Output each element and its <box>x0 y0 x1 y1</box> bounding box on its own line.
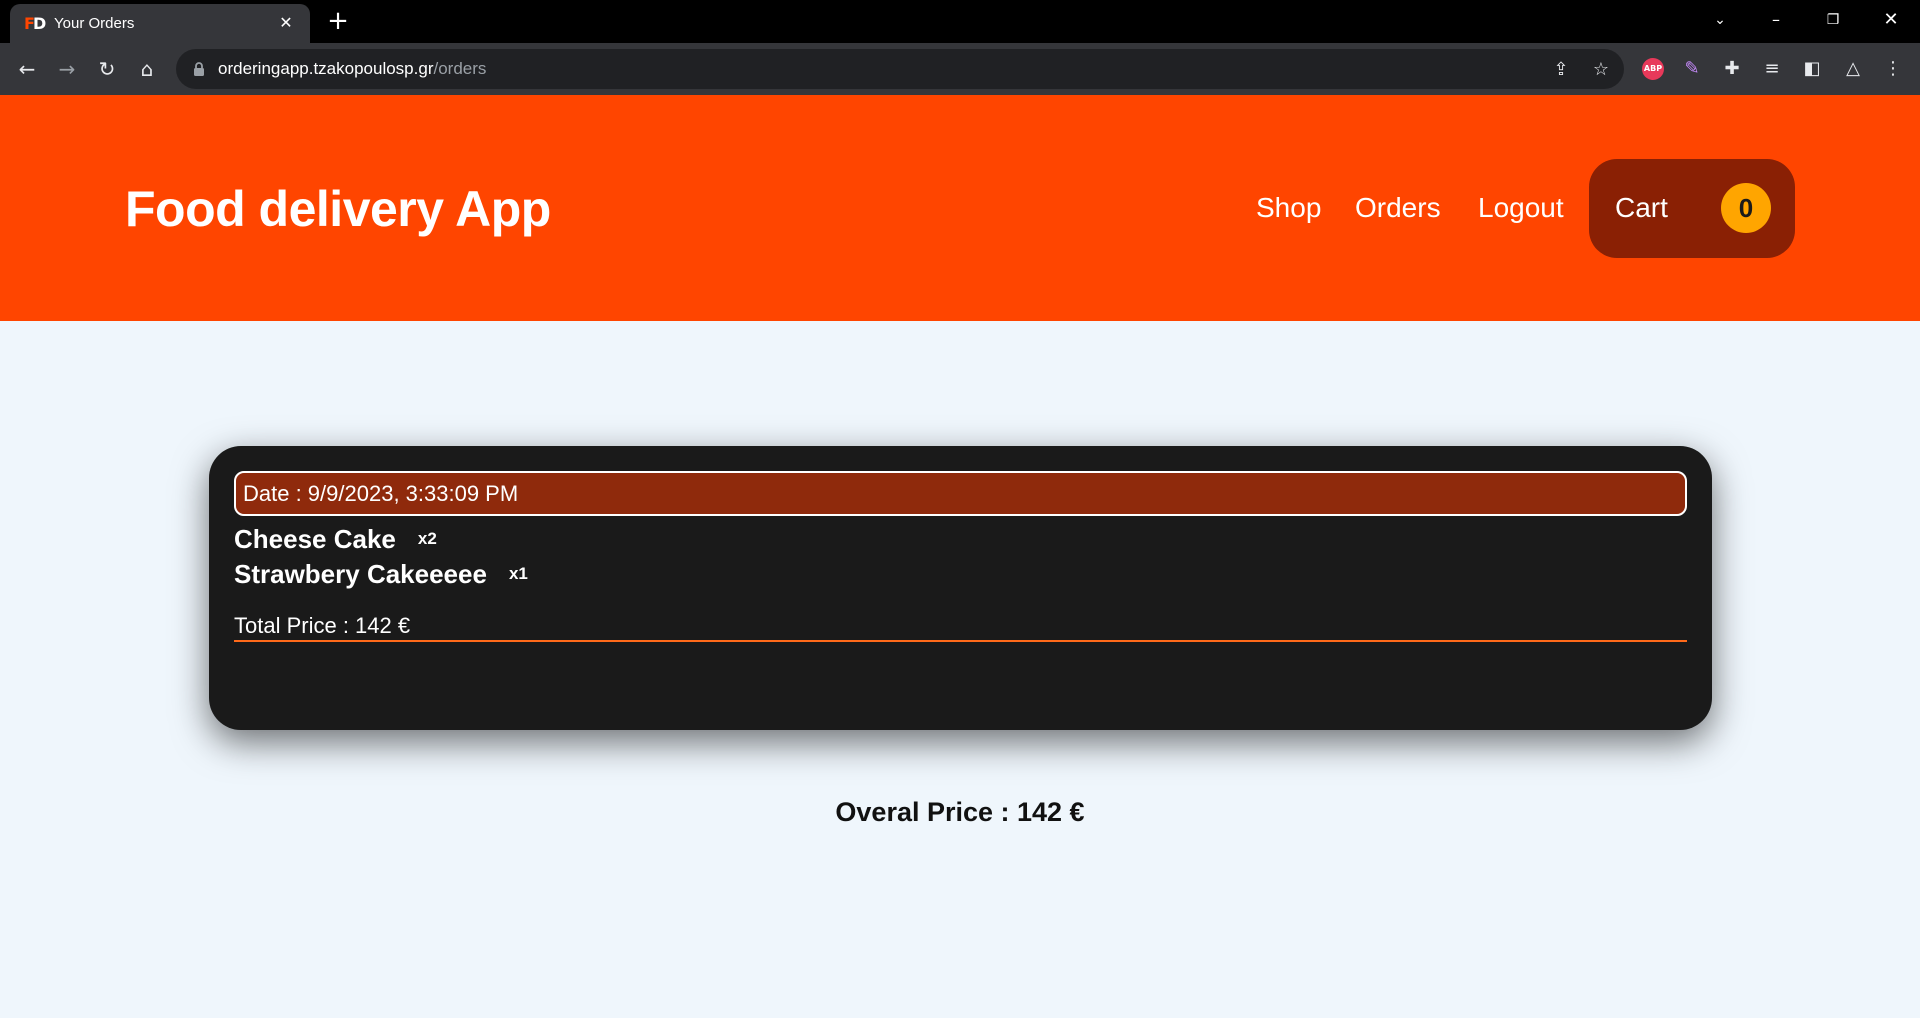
site-favicon-icon: FD <box>24 14 46 33</box>
close-tab-icon[interactable]: ✕ <box>276 14 296 34</box>
media-playlist-icon[interactable]: ≡ <box>1759 56 1785 82</box>
restore-icon[interactable]: ❐ <box>1818 5 1848 35</box>
puzzle-extensions-icon[interactable]: ✚ <box>1719 56 1745 82</box>
cart-label: Cart <box>1615 192 1668 223</box>
forward-icon[interactable]: → <box>53 55 81 83</box>
order-date: Date : 9/9/2023, 3:33:09 PM <box>234 471 1687 516</box>
menu-kebab-icon[interactable]: ⋮ <box>1880 56 1906 82</box>
cart-button[interactable]: Cart 0 <box>1589 159 1795 258</box>
browser-toolbar: ← → ↻ ⌂ orderingapp.tzakopoulosp.gr/orde… <box>0 43 1920 95</box>
app-header: Food delivery App Shop Orders Logout Car… <box>0 95 1920 321</box>
side-panel-icon[interactable]: ◧ <box>1799 56 1825 82</box>
browser-tab[interactable]: FD Your Orders ✕ <box>10 4 310 43</box>
item-name: Cheese Cake <box>234 524 396 554</box>
feather-extension-icon[interactable]: ✎ <box>1679 56 1705 82</box>
overall-price: Overal Price : 142 € <box>835 797 1085 827</box>
share-icon[interactable]: ⇪ <box>1550 59 1572 81</box>
nav-link-orders[interactable]: Orders <box>1355 190 1441 226</box>
cart-count-badge: 0 <box>1721 183 1771 233</box>
item-quantity: x1 <box>508 564 528 583</box>
bookmark-star-icon[interactable]: ☆ <box>1590 59 1612 81</box>
home-icon[interactable]: ⌂ <box>133 55 161 83</box>
app-logo[interactable]: Food delivery App <box>125 179 551 239</box>
order-item: Strawbery Cakeeeee x1 <box>234 557 528 591</box>
item-quantity: x2 <box>417 529 437 548</box>
new-tab-icon[interactable]: + <box>325 8 351 34</box>
minimize-icon[interactable]: – <box>1761 5 1791 35</box>
order-item: Cheese Cake x2 <box>234 522 437 556</box>
nav-link-shop[interactable]: Shop <box>1256 190 1321 226</box>
order-card: Date : 9/9/2023, 3:33:09 PM Cheese Cake x… <box>209 446 1712 730</box>
reload-icon[interactable]: ↻ <box>93 55 121 83</box>
lock-icon <box>194 62 204 76</box>
adblock-plus-icon[interactable]: ABP <box>1642 58 1664 80</box>
nav-link-logout[interactable]: Logout <box>1478 190 1564 226</box>
tab-search-icon[interactable]: ⌄ <box>1705 5 1735 35</box>
browser-tab-bar: FD Your Orders ✕ + ⌄ – ❐ ✕ <box>0 0 1920 43</box>
order-total-price: Total Price : 142 € <box>234 612 1687 642</box>
address-bar[interactable]: orderingapp.tzakopoulosp.gr/orders ⇪ ☆ <box>176 49 1624 89</box>
triangle-extension-icon[interactable]: △ <box>1840 56 1866 82</box>
url-text: orderingapp.tzakopoulosp.gr/orders <box>218 59 487 78</box>
item-name: Strawbery Cakeeeee <box>234 559 487 589</box>
back-icon[interactable]: ← <box>13 55 41 83</box>
window-close-icon[interactable]: ✕ <box>1876 5 1906 35</box>
tab-title: Your Orders <box>54 15 135 32</box>
